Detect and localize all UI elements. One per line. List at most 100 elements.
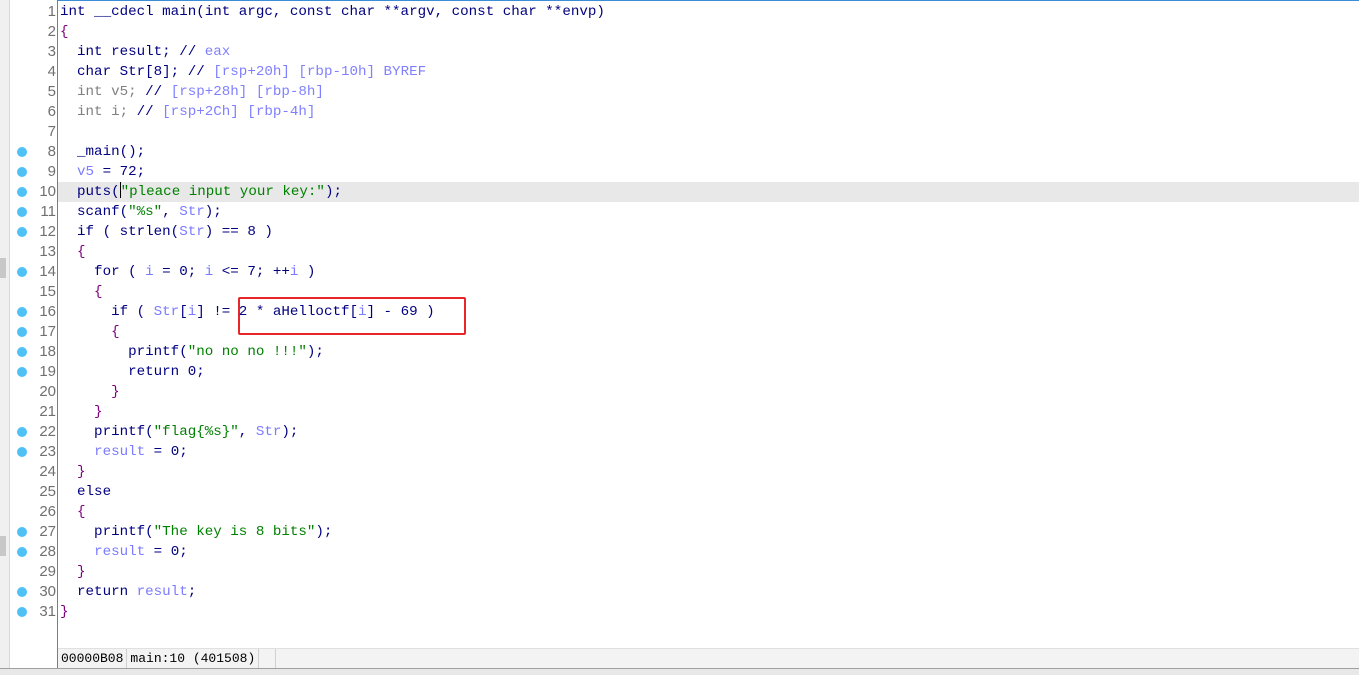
- breakpoint-dot-icon[interactable]: [17, 547, 27, 557]
- code-token: ,: [162, 204, 180, 220]
- code-line[interactable]: }: [58, 462, 1359, 482]
- code-token: = 0;: [153, 264, 205, 280]
- line-number: 20: [39, 383, 56, 400]
- code-line[interactable]: printf("no no no !!!");: [58, 342, 1359, 362]
- code-line[interactable]: {: [58, 502, 1359, 522]
- breakpoint-dot-icon[interactable]: [17, 187, 27, 197]
- panel-marker: [0, 258, 6, 278]
- panel-marker: [0, 536, 6, 556]
- breakpoint-dot-icon[interactable]: [17, 167, 27, 177]
- code-token: ;: [187, 584, 197, 600]
- code-token: printf(: [60, 344, 188, 360]
- code-line[interactable]: int v5; // [rsp+28h] [rbp-8h]: [58, 82, 1359, 102]
- breakpoint-dot-icon[interactable]: [17, 447, 27, 457]
- code-token: printf(: [60, 524, 154, 540]
- code-line[interactable]: result = 0;: [58, 542, 1359, 562]
- code-line[interactable]: [58, 122, 1359, 142]
- code-token: i: [204, 264, 214, 280]
- code-token: for (: [60, 264, 146, 280]
- code-line[interactable]: }: [58, 382, 1359, 402]
- code-token: if ( strlen(: [60, 224, 180, 240]
- code-token: char Str[8];: [60, 64, 188, 80]
- code-line[interactable]: if ( strlen(Str) == 8 ): [58, 222, 1359, 242]
- code-token: Str: [179, 204, 205, 220]
- code-line[interactable]: }: [58, 562, 1359, 582]
- status-location: main:10 (401508): [127, 649, 260, 669]
- code-line[interactable]: scanf("%s", Str);: [58, 202, 1359, 222]
- line-number: 29: [39, 563, 56, 580]
- line-number: 3: [47, 43, 56, 60]
- code-token: [rsp+28h] [rbp-8h]: [170, 84, 324, 100]
- code-token: ,: [238, 424, 256, 440]
- left-panel-edge: [0, 0, 10, 668]
- code-token: //: [179, 44, 205, 60]
- breakpoint-dot-icon[interactable]: [17, 307, 27, 317]
- code-token: i: [187, 304, 197, 320]
- code-token: result: [94, 544, 146, 560]
- code-token: result: [94, 444, 146, 460]
- line-number: 25: [39, 483, 56, 500]
- breakpoint-dot-icon[interactable]: [17, 347, 27, 357]
- code-token: int __cdecl main(int argc, const char **…: [60, 4, 605, 20]
- code-token: [rsp+20h] [rbp-10h] BYREF: [213, 64, 427, 80]
- code-line[interactable]: for ( i = 0; i <= 7; ++i ): [58, 262, 1359, 282]
- breakpoint-dot-icon[interactable]: [17, 607, 27, 617]
- code-line[interactable]: char Str[8]; // [rsp+20h] [rbp-10h] BYRE…: [58, 62, 1359, 82]
- code-token: = 72;: [94, 164, 146, 180]
- breakpoint-dot-icon[interactable]: [17, 527, 27, 537]
- breakpoint-dot-icon[interactable]: [17, 367, 27, 377]
- line-number-gutter[interactable]: 1 2 3 4 5 6 7 8 9 10 11 12 13 14 15 16 17 18 19 20 21 22 23 24 2…: [10, 0, 57, 668]
- pseudocode-view[interactable]: int __cdecl main(int argc, const char **…: [57, 0, 1359, 668]
- code-line[interactable]: printf("The key is 8 bits");: [58, 522, 1359, 542]
- code-line[interactable]: {: [58, 282, 1359, 302]
- code-token: ) == 8 ): [204, 224, 273, 240]
- code-token: "%s": [128, 204, 163, 220]
- line-number: 5: [47, 83, 56, 100]
- code-token: Str: [153, 304, 180, 320]
- code-line[interactable]: printf("flag{%s}", Str);: [58, 422, 1359, 442]
- code-line[interactable]: int __cdecl main(int argc, const char **…: [58, 2, 1359, 22]
- code-token: }: [60, 384, 120, 400]
- line-number: 2: [47, 23, 56, 40]
- breakpoint-dot-icon[interactable]: [17, 147, 27, 157]
- code-token: ] != 2 * aHelloctf[: [196, 304, 358, 320]
- breakpoint-dot-icon[interactable]: [17, 227, 27, 237]
- code-token: scanf(: [60, 204, 129, 220]
- code-line[interactable]: else: [58, 482, 1359, 502]
- code-line[interactable]: }: [58, 602, 1359, 622]
- code-line[interactable]: v5 = 72;: [58, 162, 1359, 182]
- line-number: 24: [39, 463, 56, 480]
- code-token: result: [136, 584, 188, 600]
- code-token: return: [60, 584, 137, 600]
- code-line[interactable]: result = 0;: [58, 442, 1359, 462]
- code-token: eax: [204, 44, 231, 60]
- breakpoint-dot-icon[interactable]: [17, 327, 27, 337]
- code-line[interactable]: if ( Str[i] != 2 * aHelloctf[i] - 69 ): [58, 302, 1359, 322]
- code-token: "no no no !!!": [187, 344, 307, 360]
- breakpoint-dot-icon[interactable]: [17, 587, 27, 597]
- line-number: 15: [39, 283, 56, 300]
- code-line[interactable]: _main();: [58, 142, 1359, 162]
- status-offset: 00000B08: [58, 649, 128, 669]
- code-token: {: [60, 284, 103, 300]
- code-line[interactable]: int i; // [rsp+2Ch] [rbp-4h]: [58, 102, 1359, 122]
- code-token: int v5;: [60, 84, 146, 100]
- code-token: );: [281, 424, 299, 440]
- code-line[interactable]: {: [58, 242, 1359, 262]
- code-line[interactable]: return result;: [58, 582, 1359, 602]
- code-line[interactable]: {: [58, 22, 1359, 42]
- status-empty: [259, 649, 277, 669]
- code-token: //: [187, 64, 214, 80]
- code-line[interactable]: {: [58, 322, 1359, 342]
- code-line[interactable]: puts("pleace input your key:");: [58, 182, 1359, 202]
- code-line[interactable]: int result; // eax: [58, 42, 1359, 62]
- code-token: }: [60, 464, 86, 480]
- breakpoint-dot-icon[interactable]: [17, 207, 27, 217]
- code-line[interactable]: }: [58, 402, 1359, 422]
- breakpoint-dot-icon[interactable]: [17, 267, 27, 277]
- code-token: }: [60, 564, 86, 580]
- line-number: 6: [47, 103, 56, 120]
- code-line[interactable]: return 0;: [58, 362, 1359, 382]
- breakpoint-dot-icon[interactable]: [17, 427, 27, 437]
- code-token: printf(: [60, 424, 154, 440]
